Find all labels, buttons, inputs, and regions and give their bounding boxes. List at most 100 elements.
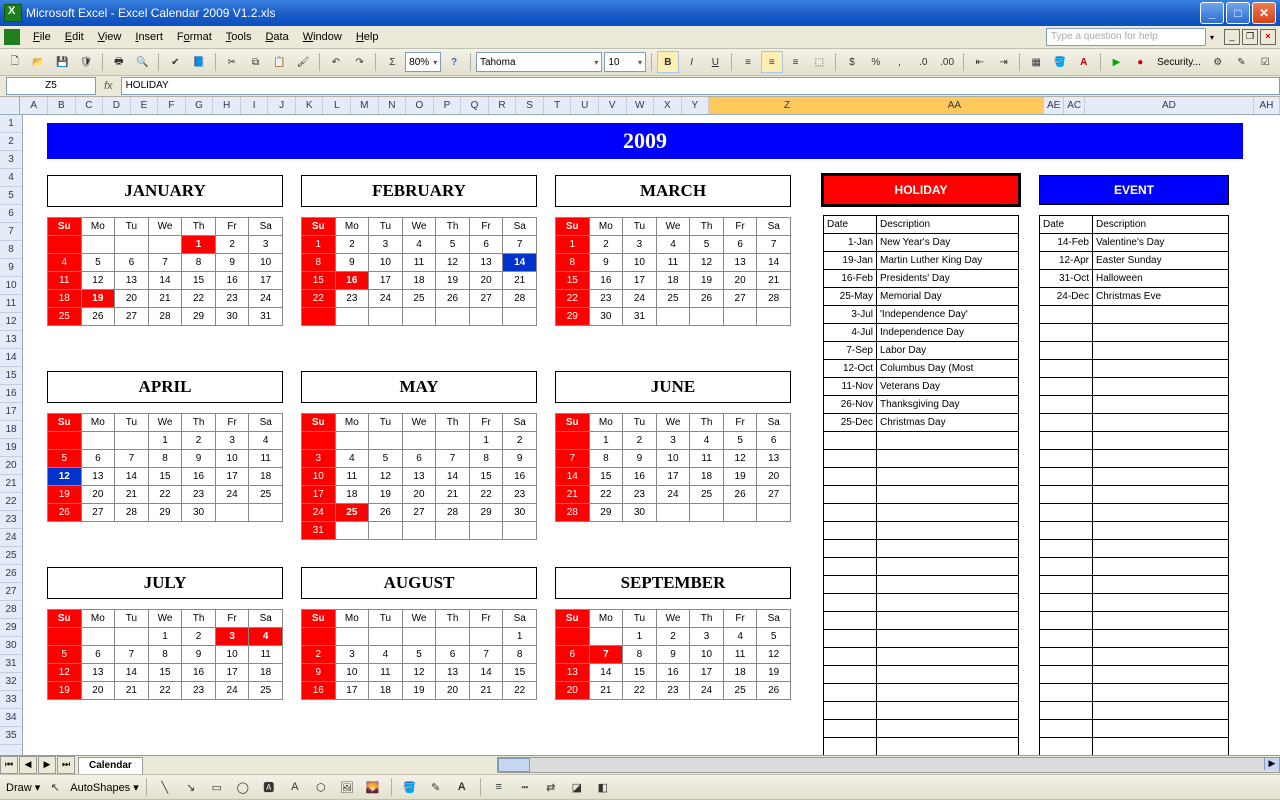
- row-header-7[interactable]: 7: [0, 223, 22, 241]
- scroll-right-icon[interactable]: ▶: [1264, 758, 1279, 770]
- col-header-AH[interactable]: AH: [1254, 97, 1280, 114]
- autosum-icon[interactable]: Σ: [381, 51, 403, 73]
- month-grid[interactable]: SuMoTuWeThFrSa12345678910111213141516171…: [301, 217, 537, 326]
- align-left-icon[interactable]: ≡: [737, 51, 759, 73]
- menu-window[interactable]: Window: [296, 29, 349, 45]
- col-header-A[interactable]: A: [20, 97, 48, 114]
- col-header-AA[interactable]: AA: [866, 97, 1044, 114]
- horizontal-scrollbar[interactable]: ▶: [497, 757, 1280, 773]
- diagram-icon[interactable]: ⬡: [310, 776, 332, 798]
- align-center-icon[interactable]: ≡: [761, 51, 783, 73]
- inc-decimal-icon[interactable]: .0: [912, 51, 934, 73]
- font-color-draw-icon[interactable]: A: [451, 776, 473, 798]
- row-header-33[interactable]: 33: [0, 691, 22, 709]
- row-headers[interactable]: 1234567891011121314151617181920212223242…: [0, 115, 23, 755]
- print-icon[interactable]: 🖶: [108, 51, 130, 73]
- controls-icon[interactable]: ☑: [1254, 51, 1276, 73]
- row-header-25[interactable]: 25: [0, 547, 22, 565]
- row-header-12[interactable]: 12: [0, 313, 22, 331]
- clipart-icon[interactable]: 🖼: [336, 776, 358, 798]
- vba-icon[interactable]: ⚙: [1207, 51, 1229, 73]
- comma-icon[interactable]: ,: [889, 51, 911, 73]
- save-icon[interactable]: 💾: [52, 51, 74, 73]
- row-header-23[interactable]: 23: [0, 511, 22, 529]
- maximize-button[interactable]: □: [1226, 2, 1250, 24]
- month-grid[interactable]: SuMoTuWeThFrSa12345678910111213141516171…: [555, 217, 791, 326]
- row-header-22[interactable]: 22: [0, 493, 22, 511]
- col-header-E[interactable]: E: [131, 97, 159, 114]
- month-grid[interactable]: SuMoTuWeThFrSa12345678910111213141516171…: [301, 609, 537, 700]
- row-header-10[interactable]: 10: [0, 277, 22, 295]
- row-header-13[interactable]: 13: [0, 331, 22, 349]
- formula-input[interactable]: HOLIDAY: [121, 77, 1280, 95]
- col-header-G[interactable]: G: [186, 97, 214, 114]
- help-icon[interactable]: ?: [443, 51, 465, 73]
- currency-icon[interactable]: $: [841, 51, 863, 73]
- play-icon[interactable]: ▶: [1106, 51, 1128, 73]
- security-button[interactable]: Security...: [1153, 57, 1205, 68]
- percent-icon[interactable]: %: [865, 51, 887, 73]
- menu-format[interactable]: Format: [170, 29, 219, 45]
- row-header-30[interactable]: 30: [0, 637, 22, 655]
- row-header-16[interactable]: 16: [0, 385, 22, 403]
- col-header-M[interactable]: M: [351, 97, 379, 114]
- arrow-style-icon[interactable]: ⇄: [540, 776, 562, 798]
- month-grid[interactable]: SuMoTuWeThFrSa12345678910111213141516171…: [47, 217, 283, 326]
- month-grid[interactable]: SuMoTuWeThFrSa12345678910111213141516171…: [47, 609, 283, 700]
- line-style-icon[interactable]: ≡: [488, 776, 510, 798]
- holiday-table[interactable]: DateDescription1-JanNew Year's Day19-Jan…: [823, 215, 1019, 755]
- row-header-14[interactable]: 14: [0, 349, 22, 367]
- open-icon[interactable]: 📂: [28, 51, 50, 73]
- event-table[interactable]: DateDescription14-FebValentine's Day12-A…: [1039, 215, 1229, 755]
- 3d-icon[interactable]: ◧: [592, 776, 614, 798]
- row-header-8[interactable]: 8: [0, 241, 22, 259]
- menu-tools[interactable]: Tools: [219, 29, 259, 45]
- col-header-W[interactable]: W: [627, 97, 655, 114]
- row-header-1[interactable]: 1: [0, 115, 22, 133]
- col-header-C[interactable]: C: [76, 97, 104, 114]
- col-header-O[interactable]: O: [406, 97, 434, 114]
- align-right-icon[interactable]: ≡: [785, 51, 807, 73]
- menu-help[interactable]: Help: [349, 29, 386, 45]
- col-header-I[interactable]: I: [241, 97, 269, 114]
- record-icon[interactable]: ●: [1129, 51, 1151, 73]
- format-painter-icon[interactable]: 🖌: [292, 51, 314, 73]
- dash-style-icon[interactable]: ┅: [514, 776, 536, 798]
- doc-icon[interactable]: [4, 29, 20, 45]
- borders-icon[interactable]: ▦: [1025, 51, 1047, 73]
- menu-file[interactable]: File: [26, 29, 58, 45]
- col-header-P[interactable]: P: [434, 97, 462, 114]
- menu-data[interactable]: Data: [258, 29, 295, 45]
- col-header-T[interactable]: T: [544, 97, 572, 114]
- copy-icon[interactable]: ⧉: [245, 51, 267, 73]
- doc-minimize-button[interactable]: _: [1224, 29, 1240, 45]
- col-header-AC[interactable]: AC: [1064, 97, 1084, 114]
- row-header-24[interactable]: 24: [0, 529, 22, 547]
- row-header-6[interactable]: 6: [0, 205, 22, 223]
- month-grid[interactable]: SuMoTuWeThFrSa12345678910111213141516171…: [555, 413, 791, 522]
- doc-restore-button[interactable]: ❐: [1242, 29, 1258, 45]
- inc-indent-icon[interactable]: ⇥: [993, 51, 1015, 73]
- arrow-icon[interactable]: ↘: [180, 776, 202, 798]
- menu-insert[interactable]: Insert: [128, 29, 170, 45]
- row-header-21[interactable]: 21: [0, 475, 22, 493]
- dec-indent-icon[interactable]: ⇤: [969, 51, 991, 73]
- col-header-V[interactable]: V: [599, 97, 627, 114]
- tab-prev-icon[interactable]: ◀: [19, 756, 37, 774]
- design-icon[interactable]: ✎: [1231, 51, 1253, 73]
- help-search-input[interactable]: Type a question for help: [1046, 28, 1206, 46]
- new-icon[interactable]: 🗋: [4, 51, 26, 73]
- line-color-icon[interactable]: ✎: [425, 776, 447, 798]
- row-header-35[interactable]: 35: [0, 727, 22, 745]
- row-header-28[interactable]: 28: [0, 601, 22, 619]
- col-header-X[interactable]: X: [654, 97, 682, 114]
- cut-icon[interactable]: ✂: [221, 51, 243, 73]
- row-header-31[interactable]: 31: [0, 655, 22, 673]
- row-header-3[interactable]: 3: [0, 151, 22, 169]
- column-headers[interactable]: ABCDEFGHIJKLMNOPQRSTUVWXYZAAAEACADAH: [0, 97, 1280, 115]
- tab-first-icon[interactable]: ⏮: [0, 756, 18, 774]
- month-grid[interactable]: SuMoTuWeThFrSa12345678910111213141516171…: [555, 609, 791, 700]
- font-color-icon[interactable]: A: [1073, 51, 1095, 73]
- draw-menu[interactable]: Draw ▾: [6, 781, 40, 794]
- tab-next-icon[interactable]: ▶: [38, 756, 56, 774]
